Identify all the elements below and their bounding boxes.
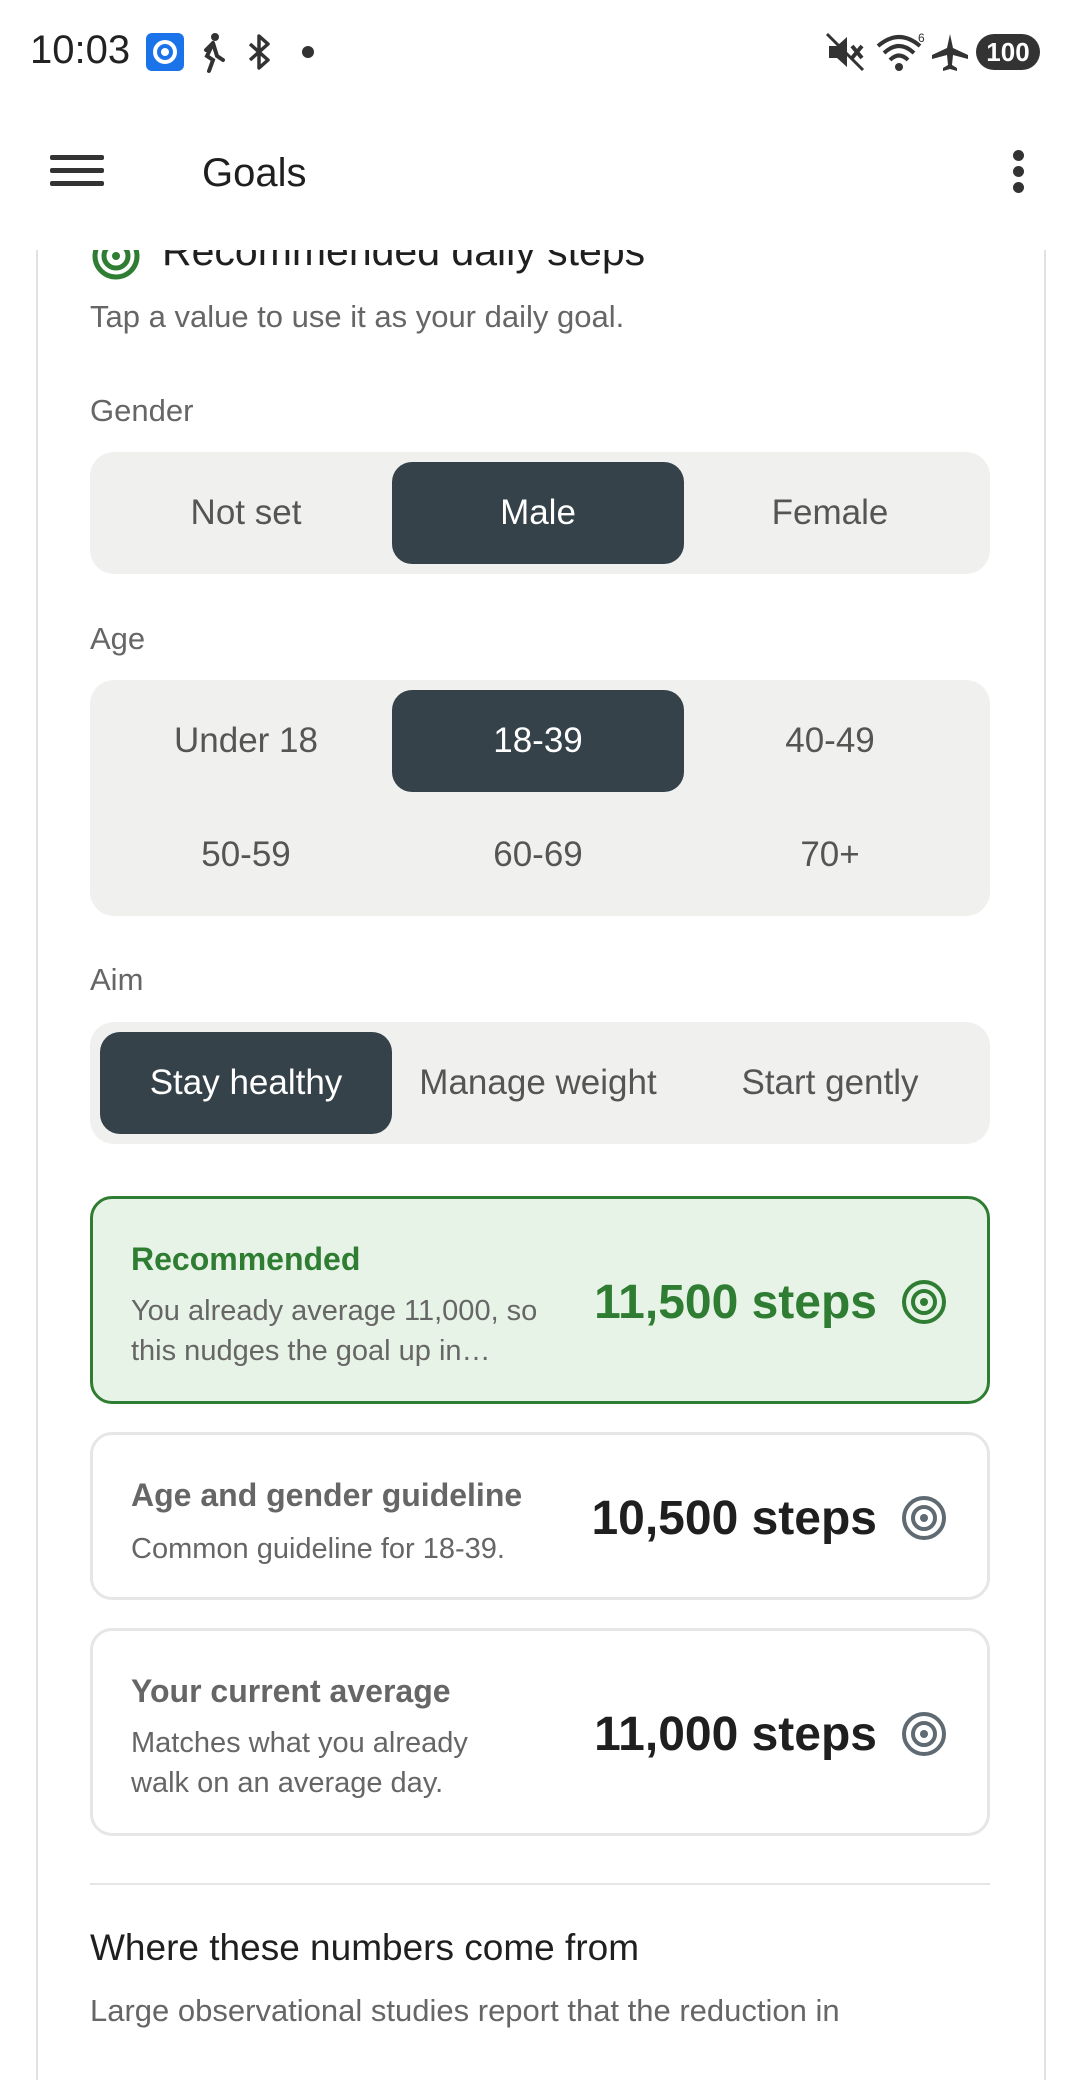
gender-option-female[interactable]: Female [684,462,976,564]
option-title: Your current average [131,1673,451,1709]
option-steps-value: 11,000 steps [594,1708,877,1761]
guideline-goal-option[interactable]: Age and gender guideline Common guidelin… [90,1432,990,1600]
aim-label: Aim [90,962,144,997]
target-icon [902,1496,946,1540]
current-average-goal-option[interactable]: Your current average Matches what you al… [90,1628,990,1836]
more-options-icon[interactable] [990,145,1046,209]
walking-icon [204,33,225,73]
sources-text: Large observational studies report that … [90,1993,840,2028]
gender-label: Gender [90,393,194,428]
aim-option-start-gently[interactable]: Start gently [684,1032,976,1134]
age-option-under-18[interactable]: Under 18 [100,690,392,792]
target-icon [902,1712,946,1756]
option-title: Recommended [131,1241,361,1277]
page-title: Goals [202,151,307,195]
gender-option-not-set[interactable]: Not set [100,462,392,564]
bluetooth-icon [248,34,270,70]
settings-notification-icon [146,33,184,71]
menu-icon[interactable] [44,147,108,207]
age-label: Age [90,621,146,656]
gender-segmented-control: Not set Male Female [90,452,990,574]
option-steps-value: 10,500 steps [591,1492,877,1545]
age-option-50-59[interactable]: 50-59 [100,804,392,906]
wifi-icon: 6 [876,31,925,71]
target-icon [902,1280,946,1324]
status-time: 10:03 [30,28,131,72]
age-option-60-69[interactable]: 60-69 [392,804,684,906]
option-steps-value: 11,500 steps [594,1276,877,1329]
gender-option-male[interactable]: Male [392,462,684,564]
airplane-mode-icon [932,34,968,71]
age-option-18-39[interactable]: 18-39 [392,690,684,792]
mute-icon [825,32,865,72]
aim-option-stay-healthy[interactable]: Stay healthy [100,1032,392,1134]
option-title: Age and gender guideline [131,1477,523,1513]
divider [90,1883,990,1885]
option-description: Common guideline for 18-39. [131,1533,505,1565]
status-bar: 10:03 6 100 [0,0,1080,105]
age-option-40-49[interactable]: 40-49 [684,690,976,792]
aim-option-manage-weight[interactable]: Manage weight [392,1032,684,1134]
app-bar: Goals [0,105,1080,250]
battery-level: 100 [986,37,1030,67]
battery-indicator: 100 [976,34,1040,70]
dot-icon [302,46,314,58]
recommended-goal-option[interactable]: Recommended You already average 11,000, … [90,1196,990,1404]
option-description: You already average 11,000, so this nudg… [131,1295,538,1367]
section-hint: Tap a value to use it as your daily goal… [90,299,625,334]
sources-heading: Where these numbers come from [90,1927,640,1968]
age-segmented-control: Under 18 18-39 40-49 50-59 60-69 70+ [90,680,990,916]
option-description: Matches what you already walk on an aver… [131,1727,468,1799]
svg-text:6: 6 [918,31,925,45]
aim-segmented-control: Stay healthy Manage weight Start gently [90,1022,990,1144]
age-option-70-plus[interactable]: 70+ [684,804,976,906]
